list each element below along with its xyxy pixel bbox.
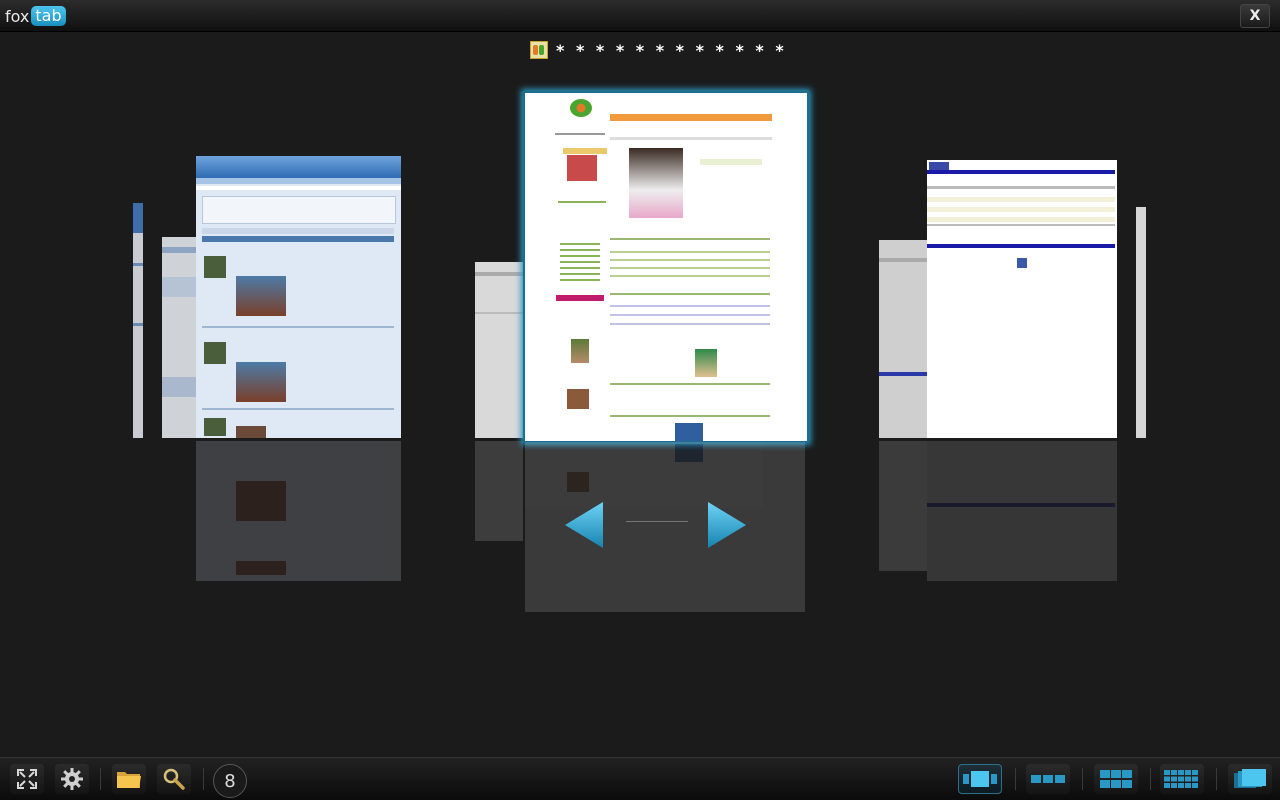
right-reflection [927, 441, 1117, 581]
view-stack-button[interactable] [1228, 764, 1272, 794]
view-grid-icon [1100, 770, 1132, 788]
search-button[interactable] [157, 764, 191, 794]
bottom-toolbar: 8 [0, 757, 1280, 800]
tab-thumbnail-focused[interactable] [523, 91, 809, 443]
page-title: * * * * * * * * * * * * [556, 40, 787, 60]
toolbar-separator [1150, 768, 1151, 790]
toolbar-separator [1015, 768, 1016, 790]
close-button[interactable]: X [1240, 4, 1270, 28]
tab-thumbnail-far-left[interactable] [133, 203, 143, 438]
view-3d-carousel-icon [963, 771, 997, 787]
logo-tab-text: tab [31, 6, 66, 26]
view-row-icon [1031, 775, 1065, 783]
folder-button[interactable] [112, 764, 146, 794]
tab-count-badge: 8 [213, 764, 247, 798]
fullscreen-icon [17, 769, 37, 789]
toolbar-separator [100, 768, 101, 790]
logo-fox-text: fox [5, 6, 30, 26]
nav-divider [626, 521, 688, 522]
toolbar-separator [203, 768, 204, 790]
tab-thumbnail-far-right[interactable] [1136, 207, 1146, 438]
site-favicon-icon [530, 41, 548, 59]
forum-reflection [196, 441, 401, 581]
toolbar-separator [1082, 768, 1083, 790]
settings-button[interactable] [55, 764, 89, 794]
folder-icon [117, 772, 141, 788]
center-right-reflection [879, 441, 927, 571]
tab-thumbnail-right[interactable] [927, 160, 1117, 438]
search-magnifier-icon [163, 768, 185, 790]
fullscreen-button[interactable] [10, 764, 44, 794]
previous-tab-arrow-icon[interactable] [563, 500, 605, 550]
view-dense-grid-icon [1164, 770, 1198, 788]
top-bar: fox tab X [0, 0, 1280, 32]
view-3d-carousel-button[interactable] [958, 764, 1002, 794]
next-tab-arrow-icon[interactable] [706, 500, 748, 550]
tab-thumbnail-center-left[interactable] [475, 262, 523, 438]
center-left-reflection [475, 441, 523, 541]
view-grid-button[interactable] [1094, 764, 1138, 794]
tab-thumbnail-left-2[interactable] [162, 237, 196, 438]
view-row-button[interactable] [1026, 764, 1070, 794]
settings-gear-icon [61, 768, 83, 790]
focused-tab-title: * * * * * * * * * * * * [530, 40, 787, 60]
tab-thumbnail-center-right[interactable] [879, 240, 927, 438]
view-dense-grid-button[interactable] [1160, 764, 1204, 794]
toolbar-separator [1216, 768, 1217, 790]
view-stack-icon [1234, 769, 1266, 788]
foxtab-logo: fox tab [5, 5, 66, 27]
tab-thumbnail-forum[interactable] [196, 156, 401, 438]
